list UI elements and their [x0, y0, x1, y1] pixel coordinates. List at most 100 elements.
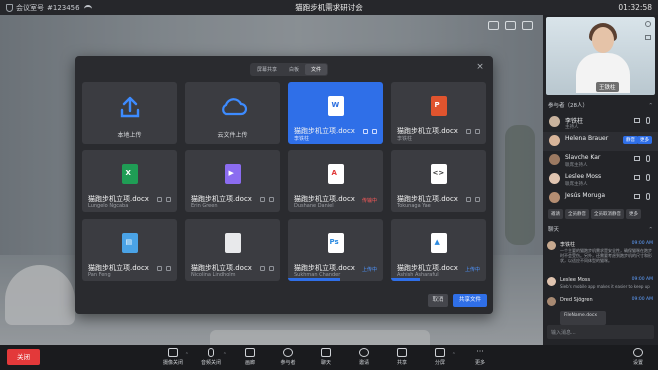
gallery-button[interactable]: 画廊	[232, 348, 268, 370]
mute-button[interactable]: 静音	[623, 136, 638, 144]
cloud-icon	[219, 98, 247, 120]
mic-icon[interactable]	[646, 174, 650, 181]
participant-row[interactable]: 李铁柱 主持人	[543, 113, 658, 132]
participants-button[interactable]: 参与者	[270, 348, 306, 370]
file-tile[interactable]: W 猫跑步机立项.docx 李铁柱	[288, 82, 383, 144]
expand-icon[interactable]	[522, 21, 533, 30]
mic-icon[interactable]	[646, 193, 650, 200]
file-tile[interactable]: 猫跑步机立项.docx Nicolina Lindholm	[185, 219, 280, 281]
collapse-icon[interactable]: ⌃	[648, 225, 653, 236]
settings-button[interactable]: 设置	[620, 348, 656, 370]
cancel-button[interactable]: 取消	[428, 294, 448, 307]
ppt-icon: P	[430, 96, 447, 116]
self-video: 王铁柱	[546, 17, 655, 95]
chat-file-card[interactable]: FileName.docx	[560, 311, 606, 325]
file-owner: Tokunaga Yae	[397, 203, 431, 209]
mute-all-button[interactable]: 全员静音	[565, 209, 589, 219]
tab-file[interactable]: 文件	[305, 64, 328, 75]
download-icon[interactable]	[466, 197, 471, 202]
delete-icon[interactable]	[269, 266, 274, 271]
invite-button[interactable]: 邀请	[346, 348, 382, 370]
file-tile[interactable]: ▲ 猫跑步机立项.docx Ashish Asharaful 上传中	[391, 219, 486, 281]
mic-icon[interactable]	[646, 117, 650, 124]
file-tile[interactable]: X 猫跑步机立项.docx Lungelo Ngcaba	[82, 150, 177, 212]
local-upload-tile[interactable]: 本地上传	[82, 82, 177, 144]
chat-input[interactable]: 输入消息...	[547, 325, 654, 339]
file-tile[interactable]: A 猫跑步机立项.docx Dushane Daniel 传输中	[288, 150, 383, 212]
delete-icon[interactable]	[372, 129, 377, 134]
participant-row[interactable]: Leslee Moss 联席主持人	[543, 170, 658, 189]
camera-icon[interactable]	[634, 156, 640, 161]
message-time: 09:00 AM	[631, 241, 653, 246]
file-tile[interactable]: Ps 猫跑步机立项.docx Sukhman Chander 上传中	[288, 219, 383, 281]
chevron-up-icon[interactable]: ⌃	[185, 352, 189, 358]
delete-icon[interactable]	[475, 129, 480, 134]
download-icon[interactable]	[466, 129, 471, 134]
share-button[interactable]: 共享	[384, 348, 420, 370]
tab-screen-share[interactable]: 屏幕共享	[251, 64, 283, 75]
cloud-upload-tile[interactable]: 云文件上传	[185, 82, 280, 144]
delete-icon[interactable]	[269, 197, 274, 202]
file-tile[interactable]: P 猫跑步机立项.docx 李铁柱	[391, 82, 486, 144]
delete-icon[interactable]	[166, 266, 171, 271]
close-icon[interactable]: ×	[476, 63, 484, 72]
tab-whiteboard[interactable]: 白板	[283, 64, 305, 75]
download-icon[interactable]	[260, 197, 265, 202]
fullscreen-icon[interactable]	[505, 21, 516, 30]
invite-button[interactable]: 邀请	[548, 209, 563, 219]
layout-icon[interactable]	[488, 21, 499, 30]
download-icon[interactable]	[363, 129, 368, 134]
camera-toggle-button[interactable]: 摄像关闭 ⌃	[155, 348, 191, 370]
download-icon[interactable]	[260, 266, 265, 271]
file-tile[interactable]: <> 猫跑步机立项.docx Tokunaga Yae	[391, 150, 486, 212]
camera-icon[interactable]	[645, 35, 651, 40]
camera-icon[interactable]	[634, 194, 640, 199]
mic-label: 音频关闭	[200, 360, 221, 366]
download-icon[interactable]	[157, 197, 162, 202]
local-upload-label: 本地上传	[117, 132, 142, 139]
avatar	[549, 173, 560, 184]
share-file-button[interactable]: 共享文件	[453, 294, 487, 307]
camera-icon[interactable]	[634, 175, 640, 180]
message-author: Leslee Moss	[560, 277, 591, 283]
participant-row[interactable]: Slavche Kar 联席主持人	[543, 151, 658, 170]
unmute-all-button[interactable]: 全员取消静音	[591, 209, 624, 219]
self-name-tag: 王铁柱	[596, 82, 619, 92]
share-file-dialog: 屏幕共享 白板 文件 × 本地上传 云文件上传 W 猫跑步机立项.docx 李铁…	[75, 56, 493, 314]
participants-label: 参与者	[280, 360, 296, 366]
avatar	[549, 192, 560, 203]
participant-row[interactable]: Helena Brauer 静音 更多	[543, 132, 658, 151]
chat-button[interactable]: 聊天	[308, 348, 344, 370]
file-owner: Erin Green	[191, 203, 218, 209]
more-button[interactable]: ··· 更多	[462, 348, 498, 370]
chat-icon	[321, 348, 331, 357]
settings-icon[interactable]	[645, 21, 651, 27]
end-meeting-button[interactable]: 关闭	[7, 349, 40, 365]
chevron-up-icon[interactable]: ⌃	[223, 352, 227, 358]
top-bar: 会议室号 #123456 猫跑步机需求研讨会 01:32:58	[0, 0, 658, 15]
participant-row[interactable]: Jesús Moruga	[543, 189, 658, 208]
file-tile[interactable]: ▤ 猫跑步机立项.docx Pan Feng	[82, 219, 177, 281]
delete-icon[interactable]	[166, 197, 171, 202]
more-button[interactable]: 更多	[637, 136, 652, 144]
more-button[interactable]: 更多	[626, 209, 641, 219]
avatar	[547, 297, 556, 306]
settings-label: 设置	[632, 360, 643, 366]
mic-icon[interactable]	[646, 155, 650, 162]
split-screen-button[interactable]: 分屏 ⌃	[422, 348, 458, 370]
invite-icon	[359, 348, 369, 357]
delete-icon[interactable]	[475, 197, 480, 202]
collapse-icon[interactable]: ⌃	[648, 101, 653, 112]
upload-icon	[120, 96, 140, 122]
download-icon[interactable]	[157, 266, 162, 271]
message-text: 一个主要的猫跑步机需求是安全性，确保猫咪在跑步时不会受伤。另外，还需要考虑到跑步…	[560, 248, 652, 263]
meeting-clock: 01:32:58	[618, 3, 652, 12]
gear-icon	[633, 348, 643, 357]
upload-progress-bar	[288, 278, 341, 281]
file-tile[interactable]: ▶ 猫跑步机立项.docx Erin Green	[185, 150, 280, 212]
mic-toggle-button[interactable]: 音频关闭 ⌃	[193, 348, 229, 370]
photoshop-icon: Ps	[327, 233, 344, 253]
message-time: 09:00 AM	[631, 277, 653, 282]
chevron-up-icon[interactable]: ⌃	[452, 352, 456, 358]
camera-icon[interactable]	[634, 118, 640, 123]
